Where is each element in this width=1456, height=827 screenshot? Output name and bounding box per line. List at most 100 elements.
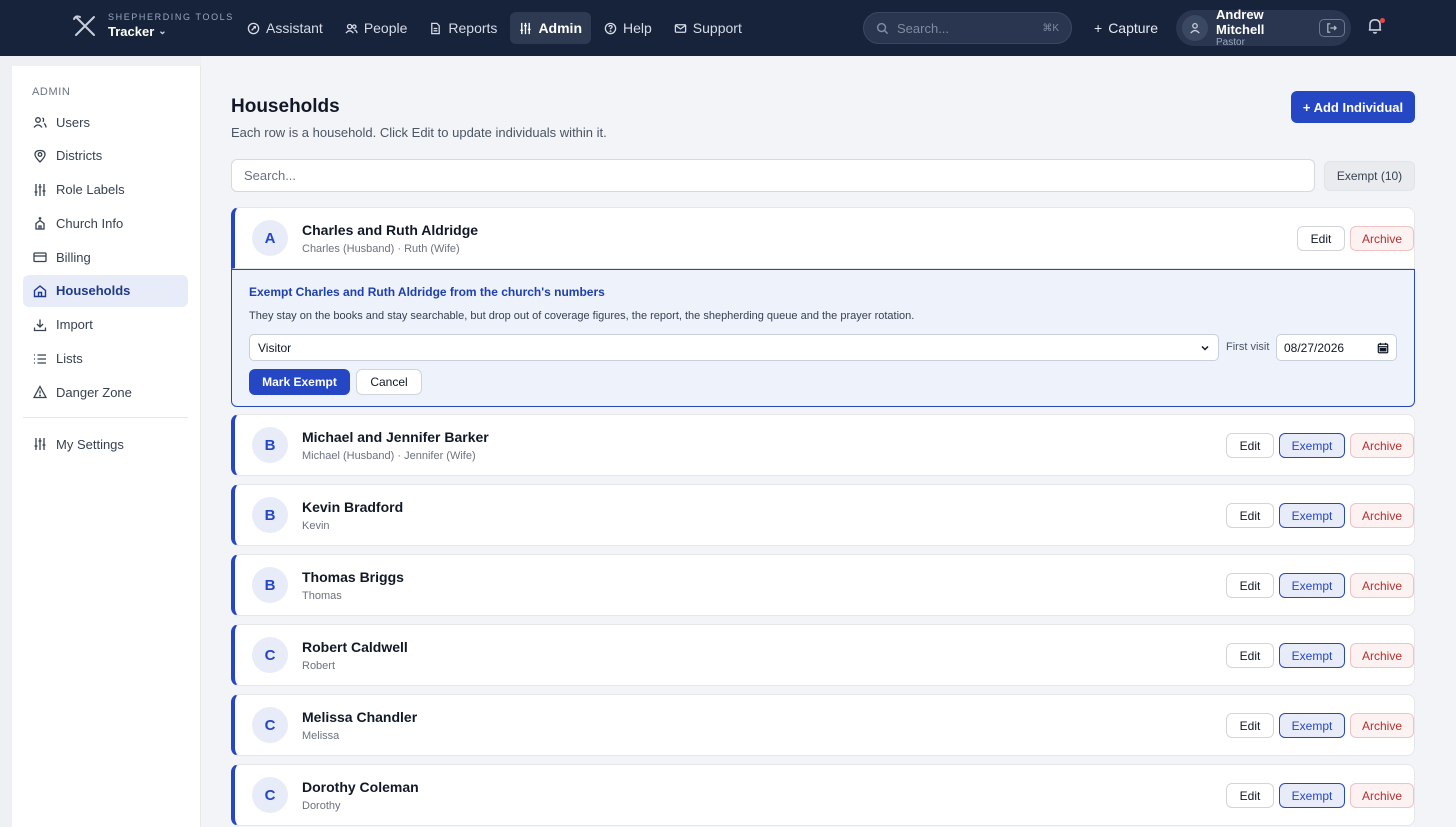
sidebar-item-import[interactable]: Import (23, 309, 188, 341)
exempt-reason-value: Visitor (258, 340, 292, 355)
household-initial: C (252, 777, 288, 813)
calendar-icon (1377, 342, 1389, 353)
main-content: Households Each row is a household. Clic… (201, 56, 1456, 827)
edit-button[interactable]: Edit (1226, 713, 1274, 738)
nav-assistant[interactable]: Assistant (238, 12, 332, 44)
admin-icon (519, 22, 532, 35)
nav-label: Admin (538, 20, 582, 36)
household-initial: B (252, 497, 288, 533)
exempt-button[interactable]: Exempt (1279, 503, 1345, 528)
archive-button[interactable]: Archive (1350, 783, 1414, 808)
edit-button[interactable]: Edit (1226, 643, 1274, 668)
admin-sidebar: ADMIN Users Districts Role Labels Church… (12, 66, 201, 827)
household-list: A Charles and Ruth Aldridge Charles (Hus… (231, 207, 1415, 827)
exempt-button[interactable]: Exempt (1279, 573, 1345, 598)
exempt-filter-button[interactable]: Exempt (10) (1324, 161, 1415, 191)
logout-button[interactable] (1319, 19, 1345, 37)
notifications-button[interactable] (1366, 17, 1386, 37)
help-icon (604, 22, 617, 35)
sliders-icon (33, 183, 47, 197)
sidebar-item-label: Households (56, 283, 131, 299)
sidebar-item-lists[interactable]: Lists (23, 343, 188, 375)
nav-label: People (363, 20, 408, 36)
logout-icon (1327, 23, 1337, 33)
edit-button[interactable]: Edit (1297, 226, 1345, 251)
sidebar-item-label: Import (56, 317, 93, 333)
sidebar-item-users[interactable]: Users (23, 106, 188, 138)
top-bar: SHEPHERDING TOOLS Tracker ⌄ Assistant Pe… (0, 0, 1456, 56)
sidebar-item-label: My Settings (56, 436, 124, 452)
edit-button[interactable]: Edit (1226, 503, 1274, 528)
sidebar-heading: ADMIN (32, 86, 71, 98)
archive-button[interactable]: Archive (1350, 433, 1414, 458)
household-row: C Robert Caldwell Robert Edit Exempt Arc… (231, 624, 1415, 686)
sidebar-item-label: Billing (56, 249, 91, 265)
search-icon (876, 22, 889, 34)
sidebar-item-role-labels[interactable]: Role Labels (23, 174, 188, 206)
notification-dot (1380, 18, 1385, 23)
archive-button[interactable]: Archive (1350, 643, 1414, 668)
sidebar-item-church-info[interactable]: Church Info (23, 207, 188, 239)
user-role: Pastor (1216, 37, 1245, 48)
avatar (1182, 15, 1208, 41)
household-row: A Charles and Ruth Aldridge Charles (Hus… (231, 207, 1415, 269)
sidebar-item-label: Users (56, 114, 90, 130)
exempt-button[interactable]: Exempt (1279, 433, 1345, 458)
sidebar-divider (23, 417, 188, 418)
add-individual-button[interactable]: + Add Individual (1291, 91, 1415, 123)
shortcut-hint: ⌘K (1042, 22, 1059, 34)
household-name: Kevin Bradford (302, 498, 404, 515)
archive-button[interactable]: Archive (1350, 503, 1414, 528)
chevron-down-icon: ⌄ (158, 26, 167, 37)
first-visit-date-value: 08/27/2026 (1284, 340, 1345, 355)
household-name: Dorothy Coleman (302, 778, 419, 795)
capture-button[interactable]: + Capture (1090, 12, 1162, 44)
first-visit-date-input[interactable]: 08/27/2026 (1276, 334, 1397, 361)
archive-button[interactable]: Archive (1350, 713, 1414, 738)
nav-people[interactable]: People (336, 12, 417, 44)
nav-support[interactable]: Support (665, 12, 751, 44)
user-menu[interactable]: Andrew Mitchell Pastor (1176, 7, 1351, 48)
page-subtitle: Each row is a household. Click Edit to u… (231, 125, 607, 140)
edit-button[interactable]: Edit (1226, 573, 1274, 598)
exempt-button[interactable]: Exempt (1279, 783, 1345, 808)
exempt-panel: Exempt Charles and Ruth Aldridge from th… (231, 269, 1415, 407)
sidebar-item-label: Lists (56, 351, 83, 367)
exempt-button[interactable]: Exempt (1279, 643, 1345, 668)
brand-name: Tracker (108, 24, 155, 39)
archive-button[interactable]: Archive (1350, 573, 1414, 598)
nav-help[interactable]: Help (595, 12, 661, 44)
mark-exempt-button[interactable]: Mark Exempt (249, 369, 350, 395)
sidebar-item-my-settings[interactable]: My Settings (23, 428, 188, 460)
edit-button[interactable]: Edit (1226, 433, 1274, 458)
home-icon (33, 284, 47, 298)
household-initial: A (252, 220, 288, 256)
exempt-reason-select[interactable]: Visitor (249, 334, 1219, 361)
nav-reports[interactable]: Reports (420, 12, 506, 44)
edit-button[interactable]: Edit (1226, 783, 1274, 808)
sidebar-item-households[interactable]: Households (23, 274, 188, 307)
exempt-button[interactable]: Exempt (1279, 713, 1345, 738)
nav-admin[interactable]: Admin (510, 12, 591, 44)
cancel-button[interactable]: Cancel (356, 369, 422, 395)
chevron-down-icon (1201, 345, 1209, 351)
household-name: Michael and Jennifer Barker (302, 428, 489, 445)
page-title: Households (231, 96, 340, 117)
household-members: Michael (Husband) · Jennifer (Wife) (302, 449, 476, 462)
archive-button[interactable]: Archive (1350, 226, 1414, 251)
list-icon (33, 352, 47, 366)
global-search[interactable]: Search... ⌘K (863, 12, 1072, 44)
warning-icon (33, 385, 47, 399)
nav-label: Support (692, 20, 742, 36)
sidebar-item-billing[interactable]: Billing (23, 241, 188, 273)
sidebar-item-danger-zone[interactable]: Danger Zone (23, 376, 188, 408)
household-search-input[interactable] (231, 159, 1315, 192)
brand-switcher[interactable]: Tracker ⌄ (108, 23, 234, 40)
household-members: Kevin (302, 519, 330, 532)
exempt-panel-title: Exempt Charles and Ruth Aldridge from th… (249, 285, 605, 299)
brand[interactable]: SHEPHERDING TOOLS Tracker ⌄ (72, 12, 234, 40)
sidebar-item-districts[interactable]: Districts (23, 140, 188, 172)
sidebar-item-label: Role Labels (56, 182, 125, 198)
brand-kicker: SHEPHERDING TOOLS (108, 12, 234, 22)
people-icon (345, 22, 358, 35)
